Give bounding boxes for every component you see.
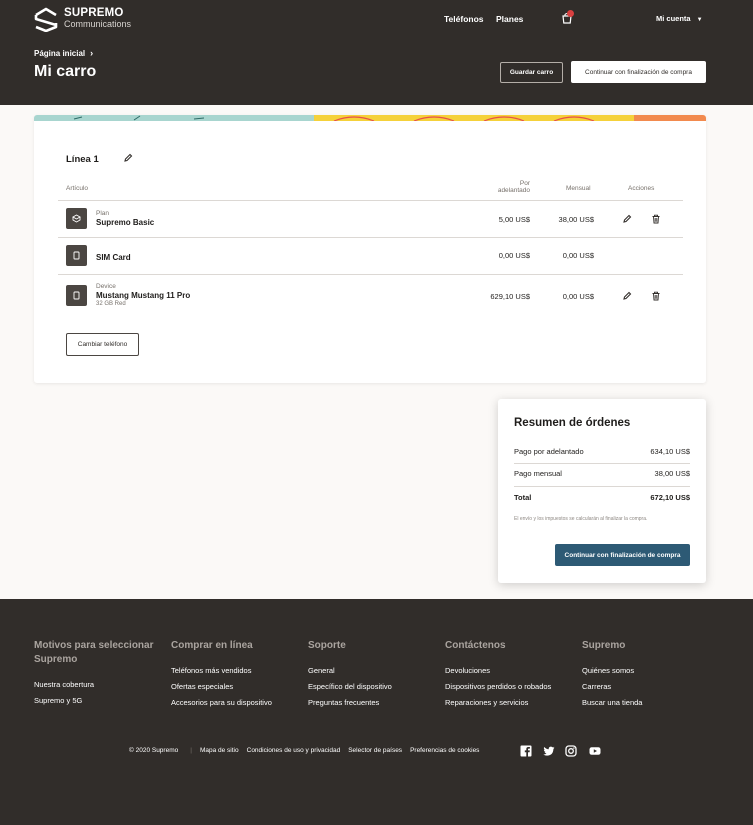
copyright: © 2020 Supremo [129, 747, 179, 754]
account-label: Mi cuenta [656, 14, 691, 23]
footer-link[interactable]: Quiénes somos [582, 665, 712, 681]
youtube-icon[interactable] [589, 745, 601, 757]
footer-heading: Supremo [582, 640, 626, 651]
footer-link[interactable]: General [308, 665, 438, 681]
summary-total-label: Total [514, 493, 532, 502]
footer-column-supremo: Supremo Quiénes somos Carreras Buscar un… [582, 639, 712, 713]
footer-link[interactable]: Ofertas especiales [171, 681, 301, 697]
footer-legal-bar: © 2020 Supremo | Mapa de sitio Condicion… [129, 747, 487, 754]
item-name: Mustang Mustang 11 Pro [96, 291, 191, 300]
facebook-icon[interactable] [520, 745, 532, 757]
twitter-icon[interactable] [543, 745, 555, 757]
line-title: Línea 1 [66, 154, 99, 165]
footer-link[interactable]: Supremo y 5G [34, 695, 164, 711]
item-upfront: 0,00 US$ [498, 251, 530, 260]
divider [514, 463, 690, 464]
delete-icon[interactable] [651, 291, 661, 301]
footer-link[interactable]: Carreras [582, 681, 712, 697]
nav-telefonos[interactable]: Teléfonos [444, 14, 484, 24]
column-article: Artículo [66, 185, 89, 192]
footer-link-cookies[interactable]: Preferencias de cookies [410, 747, 479, 754]
summary-monthly-label: Pago mensual [514, 469, 562, 478]
nav-planes[interactable]: Planes [496, 14, 523, 24]
summary-monthly-value: 38,00 US$ [654, 469, 690, 478]
item-name: SIM Card [96, 253, 131, 262]
edit-line-icon[interactable] [123, 153, 133, 163]
footer-link[interactable]: Devoluciones [445, 665, 575, 681]
column-upfront: Por adelantado [497, 180, 530, 194]
footer-heading: Comprar en línea [171, 640, 253, 651]
footer-heading: Motivos para seleccionar Supremo [34, 640, 154, 665]
item-type: Plan [96, 210, 110, 217]
footer-column-shop: Comprar en línea Teléfonos más vendidos … [171, 639, 301, 713]
checkout-button-top[interactable]: Continuar con finalización de compra [571, 61, 706, 83]
item-variant: 32 GB Red [96, 301, 126, 307]
item-upfront: 5,00 US$ [498, 215, 530, 224]
footer-column-why: Motivos para seleccionar Supremo Nuestra… [34, 639, 164, 711]
cart-notification-badge [567, 10, 574, 17]
delete-icon[interactable] [651, 214, 661, 224]
edit-icon[interactable] [622, 214, 632, 224]
instagram-icon[interactable] [565, 745, 577, 757]
footer-link-terms[interactable]: Condiciones de uso y privacidad [247, 747, 341, 754]
summary-upfront-label: Pago por adelantado [514, 447, 584, 456]
site-footer: Motivos para seleccionar Supremo Nuestra… [0, 599, 753, 825]
item-monthly: 0,00 US$ [562, 292, 594, 301]
page-title: Mi carro [34, 63, 97, 80]
account-menu[interactable]: Mi cuenta ▼ [656, 14, 703, 23]
breadcrumb: Página inicial › [34, 48, 93, 58]
edit-icon[interactable] [622, 291, 632, 301]
footer-link[interactable]: Buscar una tienda [582, 697, 712, 713]
footer-link-sitemap[interactable]: Mapa de sitio [200, 747, 239, 754]
footer-link[interactable]: Accesorios para su dispositivo [171, 697, 301, 713]
divider [514, 486, 690, 487]
footer-link[interactable]: Reparaciones y servicios [445, 697, 575, 713]
plan-icon [66, 208, 87, 229]
footer-column-support: Soporte General Específico del dispositi… [308, 639, 438, 713]
item-upfront: 629,10 US$ [490, 292, 530, 301]
footer-link-country[interactable]: Selector de países [348, 747, 402, 754]
promo-banner [34, 115, 706, 121]
divider [58, 237, 683, 238]
column-actions: Acciones [628, 185, 655, 192]
summary-upfront-value: 634,10 US$ [650, 447, 690, 456]
item-monthly: 38,00 US$ [558, 215, 594, 224]
sim-icon [66, 245, 87, 266]
logo-subtitle: Communications [64, 19, 132, 29]
logo-brand: SUPREMO [64, 7, 124, 19]
checkout-button[interactable]: Continuar con finalización de compra [555, 544, 690, 566]
divider [58, 274, 683, 275]
footer-link[interactable]: Específico del dispositivo [308, 681, 438, 697]
summary-title: Resumen de órdenes [514, 417, 631, 429]
item-monthly: 0,00 US$ [562, 251, 594, 260]
summary-total-value: 672,10 US$ [650, 493, 690, 502]
footer-heading: Soporte [308, 640, 346, 651]
column-monthly: Mensual [566, 185, 591, 192]
site-header: SUPREMO Communications Teléfonos Planes … [0, 0, 753, 105]
save-cart-button[interactable]: Guardar carro [500, 62, 563, 83]
footer-link[interactable]: Dispositivos perdidos o robados [445, 681, 575, 697]
breadcrumb-home[interactable]: Página inicial [34, 49, 85, 58]
divider [58, 200, 683, 201]
footer-link[interactable]: Preguntas frecuentes [308, 697, 438, 713]
change-phone-button[interactable]: Cambiar teléfono [66, 333, 139, 356]
item-name: Supremo Basic [96, 218, 155, 227]
chevron-right-icon: › [90, 48, 94, 58]
order-summary: Resumen de órdenes Pago por adelantado 6… [498, 399, 706, 583]
logo[interactable]: SUPREMO Communications [34, 6, 131, 32]
item-type: Device [96, 283, 116, 290]
divider: | [190, 747, 192, 754]
chevron-down-icon: ▼ [696, 17, 703, 23]
logo-icon [34, 7, 58, 32]
phone-icon [66, 285, 87, 306]
summary-note: El envío y los impuestos se calcularán a… [514, 516, 648, 522]
cart-card: Línea 1 Artículo Por adelantado Mensual … [34, 115, 706, 383]
footer-heading: Contáctenos [445, 640, 506, 651]
footer-link[interactable]: Teléfonos más vendidos [171, 665, 301, 681]
footer-link[interactable]: Nuestra cobertura [34, 679, 164, 695]
footer-column-contact: Contáctenos Devoluciones Dispositivos pe… [445, 639, 575, 713]
